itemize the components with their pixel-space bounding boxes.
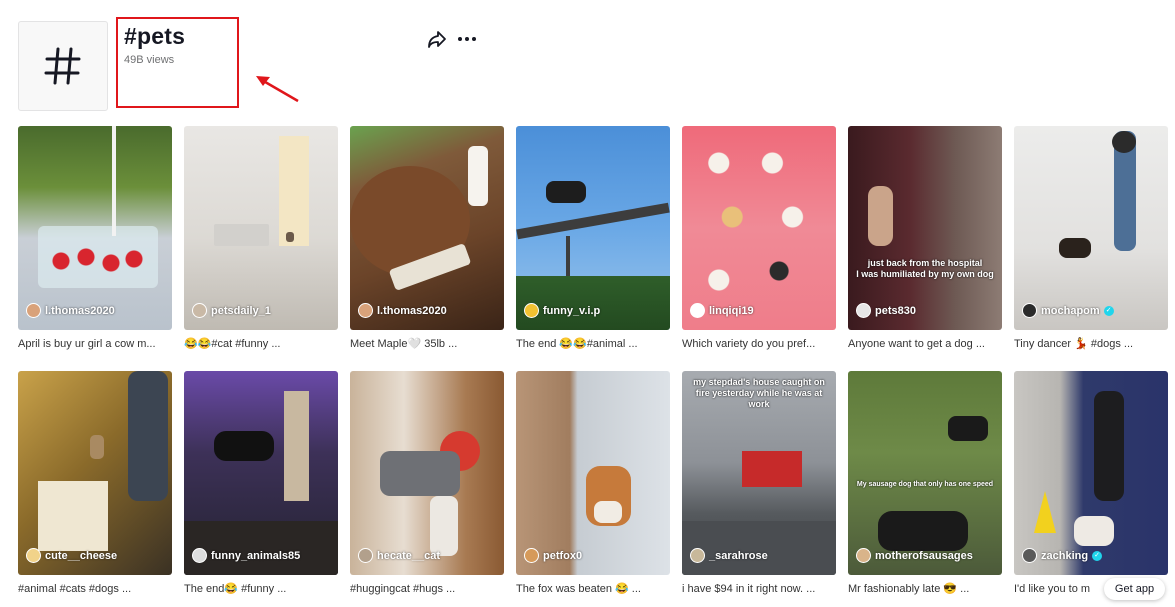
video-caption: #animal #cats #dogs ... — [18, 583, 132, 595]
video-card[interactable]: petfox0 The fox was beaten 😂 ... — [516, 371, 670, 597]
video-thumbnail[interactable]: l.thomas2020 — [18, 126, 172, 330]
video-thumbnail[interactable]: hecate__cat — [350, 371, 504, 575]
video-username: hecate__cat — [377, 549, 440, 562]
video-username: petsdaily_1 — [211, 304, 271, 317]
video-card[interactable]: mochapom ✓ Tiny dancer 💃 #dogs ... — [1014, 126, 1168, 352]
video-caption: #huggingcat #hugs ... — [350, 583, 456, 595]
video-caption: The fox was beaten 😂 ... — [516, 583, 641, 595]
video-username: _sarahrose — [709, 549, 768, 562]
video-card[interactable]: funny_animals85 The end😂 #funny ... — [184, 371, 338, 597]
video-thumbnail[interactable]: funny_v.i.p — [516, 126, 670, 330]
verified-badge-icon: ✓ — [1092, 550, 1103, 561]
video-username: funny_v.i.p — [543, 304, 601, 317]
video-thumbnail[interactable]: funny_animals85 — [184, 371, 338, 575]
video-overlay-text: just back from the hospital I was humili… — [856, 258, 994, 279]
avatar — [26, 548, 41, 563]
avatar — [690, 548, 705, 563]
video-card[interactable]: just back from the hospital I was humili… — [848, 126, 1002, 352]
video-thumbnail[interactable]: My sausage dog that only has one speed m… — [848, 371, 1002, 575]
annotation-arrow-icon — [256, 76, 299, 103]
video-overlay-text: my stepdad's house caught on fire yester… — [693, 377, 825, 409]
video-username: linqiqi19 — [709, 304, 754, 317]
video-card[interactable]: zachking ✓ I'd like you to m — [1014, 371, 1168, 597]
video-caption: 😂😂#cat #funny ... — [184, 338, 281, 350]
video-thumbnail[interactable]: l.thomas2020 — [350, 126, 504, 330]
get-app-button[interactable]: Get app — [1104, 578, 1165, 600]
video-thumbnail[interactable]: petsdaily_1 — [184, 126, 338, 330]
video-username: mochapom — [1041, 304, 1100, 317]
hashtag-avatar — [18, 21, 108, 111]
video-card[interactable]: My sausage dog that only has one speed m… — [848, 371, 1002, 597]
hash-icon — [44, 47, 81, 85]
video-thumbnail[interactable]: linqiqi19 — [682, 126, 836, 330]
video-caption: Anyone want to get a dog ... — [848, 338, 985, 350]
video-caption: Mr fashionably late 😎 ... — [848, 583, 970, 595]
video-card[interactable]: funny_v.i.p The end 😂😂#animal ... — [516, 126, 670, 352]
video-username: petfox0 — [543, 549, 583, 562]
video-card[interactable]: l.thomas2020 Meet Maple🤍 35lb ... — [350, 126, 504, 352]
video-thumbnail[interactable]: just back from the hospital I was humili… — [848, 126, 1002, 330]
video-card[interactable]: hecate__cat #huggingcat #hugs ... — [350, 371, 504, 597]
hashtag-header: #pets 49B views — [18, 17, 1168, 111]
video-card[interactable]: l.thomas2020 April is buy ur girl a cow … — [18, 126, 172, 352]
avatar — [1022, 303, 1037, 318]
video-username: l.thomas2020 — [45, 304, 115, 317]
avatar — [524, 548, 539, 563]
share-arrow-icon[interactable] — [426, 28, 448, 50]
avatar — [358, 303, 373, 318]
video-thumbnail[interactable]: petfox0 — [516, 371, 670, 575]
video-caption: i have $94 in it right now. ... — [682, 583, 816, 595]
avatar — [524, 303, 539, 318]
avatar — [690, 303, 705, 318]
more-dots-icon[interactable] — [456, 28, 478, 50]
video-caption: The end😂 #funny ... — [184, 583, 287, 595]
video-card[interactable]: petsdaily_1 😂😂#cat #funny ... — [184, 126, 338, 352]
video-card[interactable]: my stepdad's house caught on fire yester… — [682, 371, 836, 597]
video-username: zachking — [1041, 549, 1089, 562]
avatar — [192, 303, 207, 318]
video-thumbnail[interactable]: my stepdad's house caught on fire yester… — [682, 371, 836, 575]
video-caption: April is buy ur girl a cow m... — [18, 338, 156, 350]
avatar — [856, 303, 871, 318]
video-caption: Meet Maple🤍 35lb ... — [350, 338, 458, 350]
video-card[interactable]: cute__cheese #animal #cats #dogs ... — [18, 371, 172, 597]
video-username: motherofsausages — [875, 549, 973, 562]
video-username: cute__cheese — [45, 549, 118, 562]
video-caption: Tiny dancer 💃 #dogs ... — [1014, 338, 1134, 350]
avatar — [856, 548, 871, 563]
video-username: pets830 — [875, 304, 916, 317]
video-thumbnail[interactable]: cute__cheese — [18, 371, 172, 575]
avatar — [358, 548, 373, 563]
video-username: funny_animals85 — [211, 549, 301, 562]
annotation-highlight-box — [116, 17, 239, 108]
video-caption: The end 😂😂#animal ... — [516, 338, 638, 350]
video-overlay-text: My sausage dog that only has one speed — [856, 481, 994, 488]
video-thumbnail[interactable]: mochapom ✓ — [1014, 126, 1168, 330]
verified-badge-icon: ✓ — [1103, 305, 1114, 316]
video-caption: Which variety do you pref... — [682, 338, 816, 350]
avatar — [192, 548, 207, 563]
avatar — [1022, 548, 1037, 563]
video-username: l.thomas2020 — [377, 304, 447, 317]
avatar — [26, 303, 41, 318]
video-thumbnail[interactable]: zachking ✓ — [1014, 371, 1168, 575]
video-card[interactable]: linqiqi19 Which variety do you pref... — [682, 126, 836, 352]
